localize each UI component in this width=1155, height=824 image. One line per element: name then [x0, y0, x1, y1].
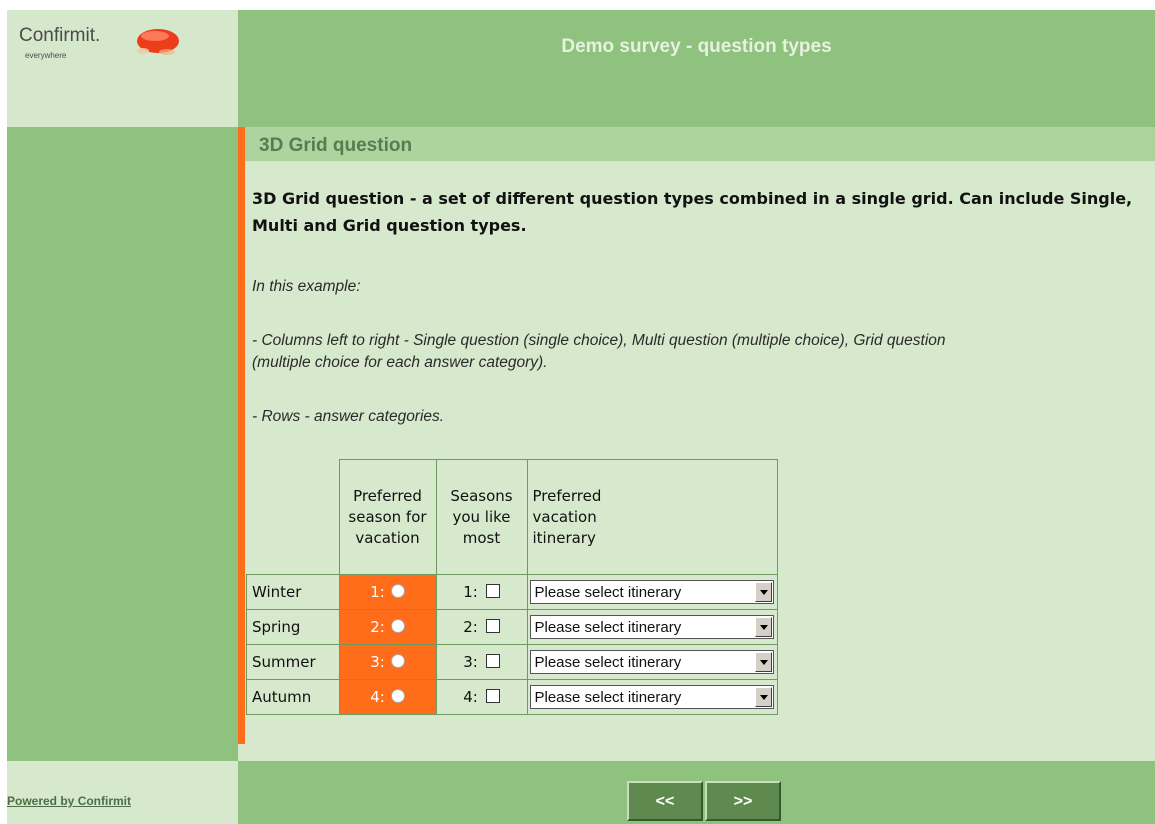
row-label: Summer — [246, 644, 340, 680]
radio-button[interactable] — [390, 619, 405, 633]
radio-button[interactable] — [390, 584, 405, 598]
multi-choice-cell: 4: — [435, 679, 528, 715]
radio-button[interactable] — [390, 654, 405, 668]
checkbox[interactable] — [485, 689, 500, 703]
table-row: Summer 3: 3: Please select itinerary — [246, 644, 778, 680]
header-bar: Demo survey - question types — [238, 10, 1155, 127]
checkbox[interactable] — [485, 584, 500, 598]
next-button[interactable]: >> — [705, 781, 781, 821]
info-intro: In this example: — [252, 278, 361, 295]
checkbox-code: 2: — [463, 618, 478, 636]
row-label: Winter — [246, 574, 340, 610]
footer-nav: << >> — [238, 761, 1155, 824]
checkbox[interactable] — [485, 654, 500, 668]
chevron-down-icon[interactable] — [754, 617, 772, 637]
multi-choice-cell: 3: — [435, 644, 528, 680]
itinerary-select[interactable]: Please select itinerary — [529, 685, 774, 709]
col-header-multi: Seasons you like most — [435, 459, 528, 575]
info-columns-line2: (multiple choice for each answer categor… — [252, 354, 548, 371]
footer-left: Powered by Confirmit — [7, 761, 238, 824]
single-choice-cell: 3: — [338, 644, 437, 680]
itinerary-select[interactable]: Please select itinerary — [529, 650, 774, 674]
grid-corner — [247, 460, 340, 575]
itinerary-select[interactable]: Please select itinerary — [529, 580, 774, 604]
radio-code: 4: — [370, 688, 385, 706]
itinerary-cell: Please select itinerary — [526, 644, 778, 680]
previous-button[interactable]: << — [627, 781, 703, 821]
question-text: 3D Grid question - a set of different qu… — [252, 189, 1133, 235]
table-row: Spring 2: 2: Please select itinerary — [246, 609, 778, 645]
itinerary-select-value: Please select itinerary — [534, 584, 682, 601]
itinerary-cell: Please select itinerary — [526, 679, 778, 715]
col-header-grid-label: Preferred vacation itinerary — [532, 486, 602, 547]
row-label: Spring — [246, 609, 340, 645]
single-choice-cell: 2: — [338, 609, 437, 645]
powered-by-link[interactable]: Powered by Confirmit — [7, 794, 131, 808]
logo-tagline: everywhere — [25, 51, 67, 60]
logo-area: Confirmit. everywhere — [7, 10, 238, 127]
table-row: Autumn 4: 4: Please select itinerary — [246, 679, 778, 715]
info-rows: - Rows - answer categories. — [252, 408, 445, 425]
single-choice-cell: 1: — [338, 574, 437, 610]
itinerary-cell: Please select itinerary — [526, 574, 778, 610]
col-header-grid: Preferred vacation itinerary — [526, 459, 778, 575]
survey-frame: Confirmit. everywhere Demo survey - ques… — [7, 10, 1155, 824]
multi-choice-cell: 2: — [435, 609, 528, 645]
checkbox[interactable] — [485, 619, 500, 633]
radio-code: 2: — [370, 618, 385, 636]
accent-stripe — [238, 127, 245, 744]
itinerary-select-value: Please select itinerary — [534, 619, 682, 636]
grid-table: Preferred season for vacation Seasons yo… — [246, 459, 778, 715]
single-choice-cell: 4: — [338, 679, 437, 715]
itinerary-select-value: Please select itinerary — [534, 689, 682, 706]
question-panel: 3D Grid question 3D Grid question - a se… — [238, 127, 1155, 761]
table-row: Winter 1: 1: Please select itinerary — [246, 574, 778, 610]
multi-choice-cell: 1: — [435, 574, 528, 610]
col-header-single: Preferred season for vacation — [338, 459, 437, 575]
row-label: Autumn — [246, 679, 340, 715]
chevron-down-icon[interactable] — [754, 652, 772, 672]
chevron-down-icon[interactable] — [754, 687, 772, 707]
radio-code: 1: — [370, 583, 385, 601]
sidebar — [7, 127, 238, 761]
grid-header-row: Preferred season for vacation Seasons yo… — [247, 459, 778, 575]
itinerary-select-value: Please select itinerary — [534, 654, 682, 671]
logo-brand-text: Confirmit. — [19, 25, 101, 46]
chevron-down-icon[interactable] — [754, 582, 772, 602]
checkbox-code: 3: — [463, 653, 478, 671]
radio-button[interactable] — [390, 689, 405, 703]
col-header-single-label: Preferred season for vacation — [348, 486, 427, 547]
info-columns-line1: - Columns left to right - Single questio… — [252, 332, 946, 349]
checkbox-code: 4: — [463, 688, 478, 706]
col-header-multi-label: Seasons you like most — [450, 486, 513, 547]
checkbox-code: 1: — [463, 583, 478, 601]
survey-title: Demo survey - question types — [561, 36, 832, 57]
itinerary-cell: Please select itinerary — [526, 609, 778, 645]
itinerary-select[interactable]: Please select itinerary — [529, 615, 774, 639]
radio-code: 3: — [370, 653, 385, 671]
question-title: 3D Grid question — [259, 135, 413, 156]
logo-bubble-icon — [137, 29, 179, 55]
question-title-bar: 3D Grid question — [245, 127, 1155, 161]
